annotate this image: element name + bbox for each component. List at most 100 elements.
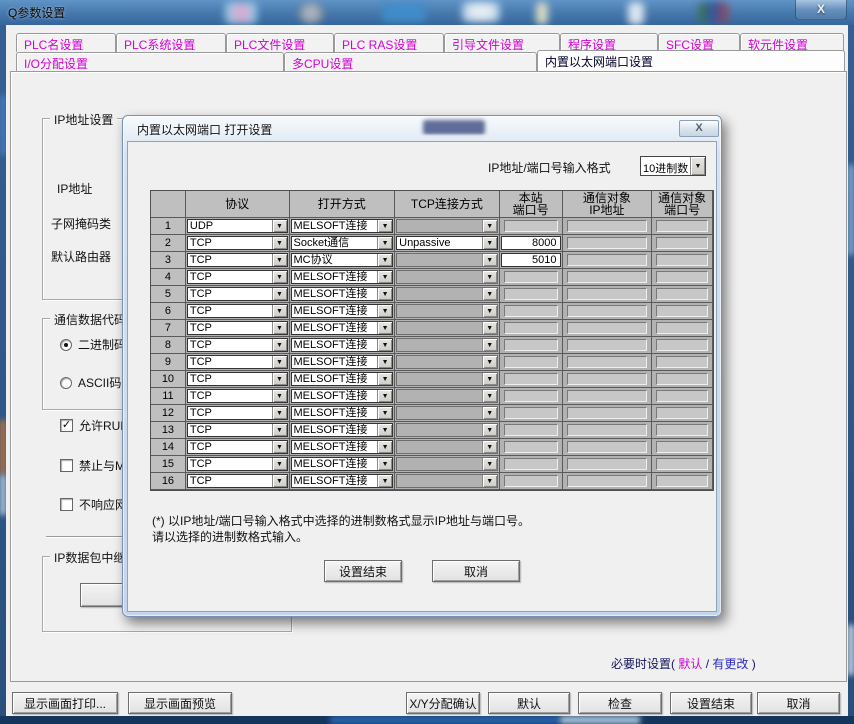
chevron-down-icon[interactable]: ▼ [482,237,497,249]
input-format-select[interactable]: 10进制数 ▼ [640,156,706,176]
tab-2-row2[interactable]: 多CPU设置 [284,52,537,71]
chevron-down-icon[interactable]: ▼ [377,356,392,368]
tab-4-row1[interactable]: PLC RAS设置 [334,33,444,52]
protocol-select[interactable]: TCP▼ [187,304,288,318]
open-method-select[interactable]: MELSOFT连接▼ [291,321,394,335]
chevron-down-icon[interactable]: ▼ [377,237,392,249]
protocol-select[interactable]: TCP▼ [187,355,288,369]
window-close-button[interactable]: X [795,0,847,20]
tcp-mode-select[interactable]: ▼ [396,270,498,284]
open-method-select[interactable]: MELSOFT连接▼ [291,474,394,488]
chevron-down-icon[interactable]: ▼ [482,288,497,300]
chevron-down-icon[interactable]: ▼ [482,475,497,487]
chevron-down-icon[interactable]: ▼ [482,322,497,334]
open-method-select[interactable]: MELSOFT连接▼ [291,287,394,301]
tcp-mode-select[interactable]: ▼ [396,355,498,369]
hint-changed[interactable]: 有更改 [712,657,748,671]
chevron-down-icon[interactable]: ▼ [377,424,392,436]
chevron-down-icon[interactable]: ▼ [482,424,497,436]
protocol-select[interactable]: TCP▼ [187,457,288,471]
chevron-down-icon[interactable]: ▼ [377,322,392,334]
tcp-mode-select[interactable]: Unpassive▼ [396,236,498,250]
chevron-down-icon[interactable]: ▼ [482,339,497,351]
chevron-down-icon[interactable]: ▼ [482,254,497,266]
chevron-down-icon[interactable]: ▼ [272,322,287,334]
binary-code-radio[interactable]: 二进制码 [60,336,126,353]
open-method-select[interactable]: MC协议▼ [291,253,394,267]
open-method-select[interactable]: MELSOFT连接▼ [291,406,394,420]
cancel-button[interactable]: 取消 [757,692,840,714]
local-port-input[interactable]: 5010 [501,253,561,267]
chevron-down-icon[interactable]: ▼ [377,373,392,385]
preview-screen-button[interactable]: 显示画面预览 [128,692,232,714]
protocol-select[interactable]: TCP▼ [187,423,288,437]
protocol-select[interactable]: TCP▼ [187,474,288,488]
open-method-select[interactable]: MELSOFT连接▼ [291,304,394,318]
tcp-mode-select[interactable]: ▼ [396,474,498,488]
tcp-mode-select[interactable]: ▼ [396,423,498,437]
open-method-select[interactable]: MELSOFT连接▼ [291,355,394,369]
tcp-mode-select[interactable]: ▼ [396,372,498,386]
tcp-mode-select[interactable]: ▼ [396,321,498,335]
tcp-mode-select[interactable]: ▼ [396,440,498,454]
chevron-down-icon[interactable]: ▼ [272,475,287,487]
chevron-down-icon[interactable]: ▼ [482,373,497,385]
tab-3-row2[interactable]: 内置以太网端口设置 [537,50,845,71]
tcp-mode-select[interactable]: ▼ [396,287,498,301]
chevron-down-icon[interactable]: ▼ [272,458,287,470]
open-method-select[interactable]: MELSOFT连接▼ [291,389,394,403]
open-method-select[interactable]: MELSOFT连接▼ [291,440,394,454]
chevron-down-icon[interactable]: ▼ [377,390,392,402]
protocol-select[interactable]: TCP▼ [187,440,288,454]
open-method-select[interactable]: MELSOFT连接▼ [291,372,394,386]
tcp-mode-select[interactable]: ▼ [396,457,498,471]
protocol-select[interactable]: TCP▼ [187,253,288,267]
dialog-cancel-button[interactable]: 取消 [432,560,520,582]
protocol-select[interactable]: TCP▼ [187,321,288,335]
default-button[interactable]: 默认 [488,692,570,714]
open-method-select[interactable]: MELSOFT连接▼ [291,219,394,233]
tcp-mode-select[interactable]: ▼ [396,406,498,420]
chevron-down-icon[interactable]: ▼ [272,271,287,283]
dialog-close-button[interactable]: X [679,120,719,137]
protocol-select[interactable]: TCP▼ [187,236,288,250]
open-method-select[interactable]: MELSOFT连接▼ [291,338,394,352]
open-method-select[interactable]: MELSOFT连接▼ [291,423,394,437]
local-port-input[interactable]: 8000 [501,236,561,250]
open-method-select[interactable]: MELSOFT连接▼ [291,457,394,471]
chevron-down-icon[interactable]: ▼ [272,424,287,436]
chevron-down-icon[interactable]: ▼ [272,288,287,300]
chevron-down-icon[interactable]: ▼ [272,220,287,232]
chevron-down-icon[interactable]: ▼ [377,305,392,317]
open-method-select[interactable]: MELSOFT连接▼ [291,270,394,284]
chevron-down-icon[interactable]: ▼ [482,356,497,368]
tab-3-row1[interactable]: PLC文件设置 [226,33,334,52]
chevron-down-icon[interactable]: ▼ [272,305,287,317]
chevron-down-icon[interactable]: ▼ [377,475,392,487]
chevron-down-icon[interactable]: ▼ [272,441,287,453]
tcp-mode-select[interactable]: ▼ [396,389,498,403]
chevron-down-icon[interactable]: ▼ [377,339,392,351]
protocol-select[interactable]: TCP▼ [187,389,288,403]
chevron-down-icon[interactable]: ▼ [482,271,497,283]
chevron-down-icon[interactable]: ▼ [272,390,287,402]
chevron-down-icon[interactable]: ▼ [272,407,287,419]
tcp-mode-select[interactable]: ▼ [396,253,498,267]
finish-setup-button[interactable]: 设置结束 [670,692,752,714]
chevron-down-icon[interactable]: ▼ [377,407,392,419]
chevron-down-icon[interactable]: ▼ [377,288,392,300]
protocol-select[interactable]: UDP▼ [187,219,288,233]
chevron-down-icon[interactable]: ▼ [482,390,497,402]
check-button[interactable]: 检查 [578,692,662,714]
chevron-down-icon[interactable]: ▼ [377,441,392,453]
protocol-select[interactable]: TCP▼ [187,338,288,352]
xy-assignment-confirm-button[interactable]: X/Y分配确认 [406,692,480,714]
tab-1-row1[interactable]: PLC名设置 [16,33,116,52]
tab-1-row2[interactable]: I/O分配设置 [16,52,284,71]
tcp-mode-select[interactable]: ▼ [396,219,498,233]
chevron-down-icon[interactable]: ▼ [482,441,497,453]
chevron-down-icon[interactable]: ▼ [377,271,392,283]
open-method-select[interactable]: Socket通信▼ [291,236,394,250]
hint-default[interactable]: 默认 [678,657,702,671]
chevron-down-icon[interactable]: ▼ [272,356,287,368]
